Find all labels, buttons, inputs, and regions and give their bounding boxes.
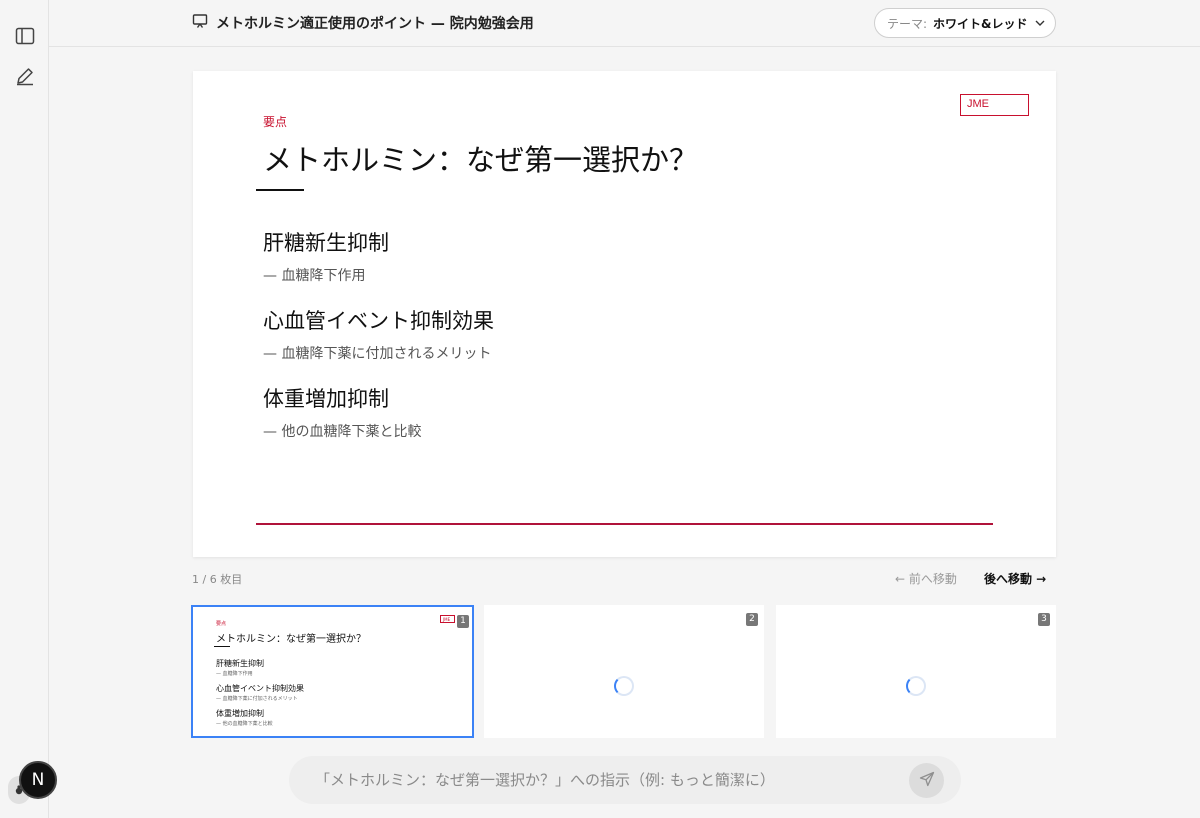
slide-footer-rule [256, 523, 993, 525]
sidebar-toggle-icon[interactable] [12, 23, 38, 49]
instruction-input[interactable] [315, 768, 905, 792]
mini-point-subtext: — 他の血糖降下薬と比較 [216, 721, 273, 727]
theme-select[interactable]: テーマ: ホワイト&レッド [874, 8, 1056, 38]
point-subtext: — 血糖降下薬に付加されるメリット [263, 346, 492, 362]
top-header: メトホルミン適正使用のポイント — 院内勉強会用 テーマ: ホワイト&レッド [49, 0, 1200, 47]
prompt-bar [289, 756, 961, 804]
thumbnail-number: 2 [746, 613, 758, 626]
mini-point-heading: 肝糖新生抑制 [216, 659, 264, 668]
slide-counter: 1 / 6 枚目 [192, 573, 243, 586]
mini-point-heading: 体重増加抑制 [216, 709, 264, 718]
doc-title-group: メトホルミン適正使用のポイント — 院内勉強会用 [192, 13, 534, 33]
send-icon [919, 771, 935, 790]
prev-slide-button[interactable]: ← 前へ移動 [895, 570, 957, 587]
document-title: メトホルミン適正使用のポイント — 院内勉強会用 [216, 16, 534, 32]
mini-point-subtext: — 血糖降下薬に付加されるメリット [216, 696, 298, 702]
slide-title: メトホルミン：なぜ第一選択か？ [263, 143, 699, 177]
presentation-icon [192, 13, 208, 33]
mini-slide-title: メトホルミン：なぜ第一選択か？ [216, 634, 366, 645]
loading-spinner-icon [906, 676, 926, 696]
send-button[interactable] [909, 763, 944, 798]
slide-preview: JME 要点 メトホルミン：なぜ第一選択か？ 肝糖新生抑制 — 血糖降下作用 心… [193, 71, 1056, 557]
title-underline [256, 189, 304, 191]
mini-slide-logo: JME [440, 615, 455, 623]
theme-select-value: ホワイト&レッド [933, 16, 1028, 31]
n-logo-badge[interactable]: N [19, 761, 57, 799]
left-rail [0, 0, 49, 818]
point-subtext: — 他の血糖降下薬と比較 [263, 424, 422, 440]
slide-thumbnail-1[interactable]: 1 JME 要点 メトホルミン：なぜ第一選択か？ 肝糖新生抑制 — 血糖降下作用… [191, 605, 474, 738]
mini-title-underline [214, 646, 230, 647]
mini-slide-eyebrow: 要点 [216, 621, 227, 627]
slide-eyebrow: 要点 [263, 115, 288, 129]
point-heading: 体重増加抑制 [263, 387, 389, 411]
mini-point-subtext: — 血糖降下作用 [216, 671, 253, 677]
mini-point-heading: 心血管イベント抑制効果 [216, 684, 304, 693]
loading-spinner-icon [614, 676, 634, 696]
point-heading: 肝糖新生抑制 [263, 231, 389, 255]
thumbnail-number: 1 [457, 615, 469, 628]
slide-logo: JME [960, 94, 1029, 116]
point-subtext: — 血糖降下作用 [263, 268, 366, 284]
theme-select-label: テーマ: [887, 16, 928, 31]
slide-thumbnail-3[interactable]: 3 [776, 605, 1056, 738]
next-slide-button[interactable]: 後へ移動 → [984, 570, 1046, 587]
thumbnail-number: 3 [1038, 613, 1050, 626]
edit-pencil-icon[interactable] [12, 63, 38, 89]
slide-thumbnail-2[interactable]: 2 [484, 605, 764, 738]
point-heading: 心血管イベント抑制効果 [263, 309, 494, 333]
chevron-down-icon [1035, 20, 1045, 26]
